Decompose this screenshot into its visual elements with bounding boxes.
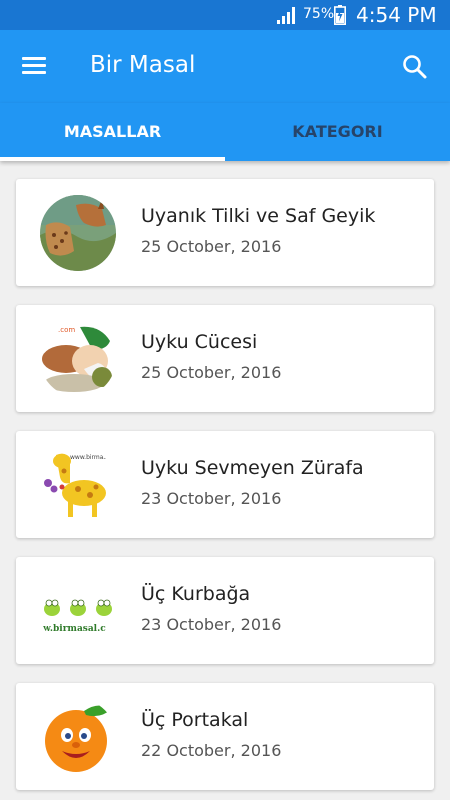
app-bar: Bir Masal xyxy=(0,30,450,103)
story-list[interactable]: Uyanık Tilki ve Saf Geyik 25 October, 20… xyxy=(0,161,450,800)
story-date: 23 October, 2016 xyxy=(141,615,282,634)
svg-text:w.birmasal.c: w.birmasal.c xyxy=(42,624,106,634)
svg-text:.com: .com xyxy=(58,326,75,334)
story-title: Üç Portakal xyxy=(141,709,249,731)
story-date: 23 October, 2016 xyxy=(141,489,282,508)
clock: 4:54 PM xyxy=(356,3,437,27)
selected-tab-indicator xyxy=(0,157,225,161)
story-thumbnail-giraffe: www.birmasa xyxy=(40,447,116,523)
story-title: Üç Kurbağa xyxy=(141,583,251,605)
story-date: 22 October, 2016 xyxy=(141,741,282,760)
search-icon[interactable] xyxy=(398,50,432,84)
story-card[interactable]: .com Uyku Cücesi 25 October, 2016 xyxy=(16,305,434,412)
signal-icon xyxy=(277,7,295,24)
story-date: 25 October, 2016 xyxy=(141,363,282,382)
story-card[interactable]: w.birmasal.c Üç Kurbağa 23 October, 2016 xyxy=(16,557,434,664)
battery-percent: 75% xyxy=(303,6,335,22)
story-date: 25 October, 2016 xyxy=(141,237,282,256)
story-title: Uyku Cücesi xyxy=(141,331,258,353)
story-card[interactable]: www.birmasa Uyku Sevmeyen Zürafa 23 Octo… xyxy=(16,431,434,538)
story-card[interactable]: Uyanık Tilki ve Saf Geyik 25 October, 20… xyxy=(16,179,434,286)
story-title: Uyku Sevmeyen Zürafa xyxy=(141,457,364,479)
tab-kategori[interactable]: KATEGORI xyxy=(225,103,450,161)
story-thumbnail-fox-deer xyxy=(40,195,116,271)
tab-masallar[interactable]: MASALLAR xyxy=(0,103,225,161)
story-thumbnail-frogs: w.birmasal.c xyxy=(40,573,116,649)
svg-text:www.birmasa: www.birmasa xyxy=(70,454,111,461)
story-card[interactable]: Üç Portakal 22 October, 2016 xyxy=(16,683,434,790)
hamburger-menu-icon[interactable] xyxy=(18,51,52,81)
story-thumbnail-dwarf: .com xyxy=(40,321,116,397)
story-thumbnail-orange xyxy=(40,699,116,775)
app-title: Bir Masal xyxy=(90,52,196,78)
story-title: Uyanık Tilki ve Saf Geyik xyxy=(141,205,376,227)
battery-charging-icon xyxy=(334,5,346,25)
tab-bar: MASALLAR KATEGORI xyxy=(0,103,450,161)
status-bar: 75% 4:54 PM xyxy=(0,0,450,30)
